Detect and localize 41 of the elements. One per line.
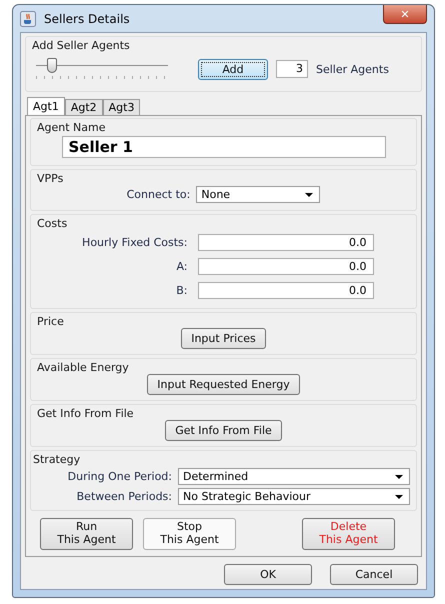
group-title: Available Energy xyxy=(37,361,129,374)
count-label: Seller Agents xyxy=(316,62,389,76)
input-prices-button[interactable]: Input Prices xyxy=(181,328,266,349)
group-title: Strategy xyxy=(33,453,80,466)
agent-button[interactable]: Stop This Agent xyxy=(143,518,236,550)
dropdown[interactable]: None xyxy=(196,186,320,203)
number-field[interactable]: 0.0 xyxy=(198,234,374,251)
slider[interactable] xyxy=(36,58,168,80)
field-label: A: xyxy=(175,260,188,273)
input-energy-button[interactable]: Input Requested Energy xyxy=(147,374,300,395)
dialog-button[interactable]: Cancel xyxy=(330,564,418,585)
tab[interactable]: Agt1 xyxy=(27,97,65,115)
field-label: During One Period: xyxy=(66,470,172,483)
group-title: Agent Name xyxy=(37,121,106,134)
count-field[interactable]: 3 xyxy=(276,60,308,78)
window-title: Sellers Details xyxy=(44,12,130,26)
field-label: Between Periods: xyxy=(76,490,172,503)
caret-icon xyxy=(395,474,403,478)
field-label: B: xyxy=(175,284,188,297)
group-title: Get Info From File xyxy=(37,407,134,420)
group-title: Costs xyxy=(37,217,68,230)
number-field[interactable]: 0.0 xyxy=(198,258,374,275)
agent-button[interactable]: Delete This Agent xyxy=(302,518,395,550)
dropdown[interactable]: Determined xyxy=(178,468,410,485)
get-info-button[interactable]: Get Info From File xyxy=(165,420,282,441)
caret-icon xyxy=(305,192,314,196)
cup-icon xyxy=(20,10,36,26)
group-title: Price xyxy=(37,315,64,328)
field-label: Hourly Fixed Costs: xyxy=(81,236,188,249)
tab[interactable]: Agt3 xyxy=(102,99,140,115)
group-title: Add Seller Agents xyxy=(32,39,130,52)
agent-button[interactable]: Run This Agent xyxy=(40,518,133,550)
caret-icon xyxy=(395,494,403,498)
dropdown[interactable]: No Strategic Behaviour xyxy=(178,488,410,505)
number-field[interactable]: 0.0 xyxy=(198,282,374,299)
name-field[interactable]: Seller 1 xyxy=(62,136,386,158)
tab[interactable]: Agt2 xyxy=(64,99,103,115)
group-title: VPPs xyxy=(37,172,64,185)
add-button[interactable]: Add xyxy=(198,58,268,80)
field-label: Connect to: xyxy=(126,188,190,201)
dialog-button[interactable]: OK xyxy=(224,564,312,585)
